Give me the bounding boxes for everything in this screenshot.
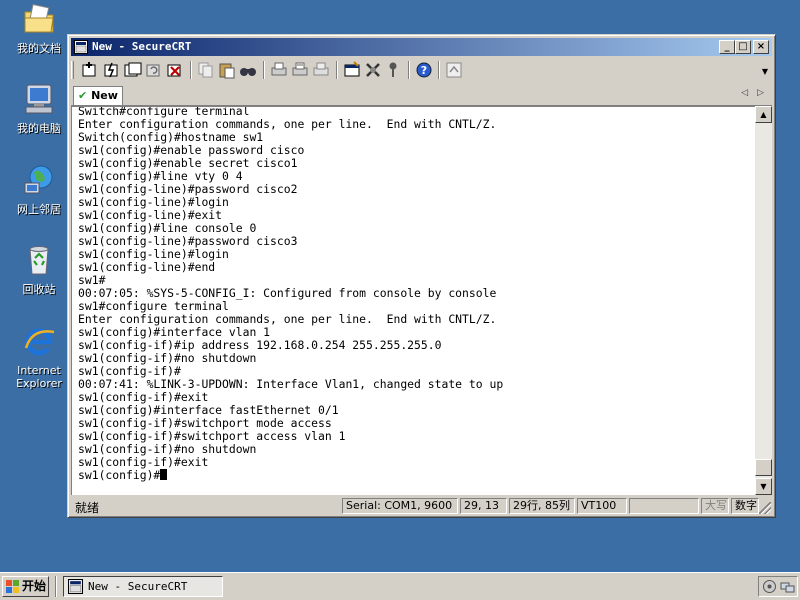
- status-bar: 就绪 Serial: COM1, 9600 29, 13 29行, 85列 VT…: [71, 497, 772, 515]
- svg-text:?: ?: [421, 64, 427, 77]
- desktop-icon-recycle-bin[interactable]: 回收站: [4, 243, 74, 296]
- desktop-icon-label: 我的电脑: [17, 122, 61, 135]
- status-caps: 大写: [701, 498, 729, 514]
- internet-explorer-icon: [24, 328, 55, 356]
- taskbar-separator: [55, 576, 57, 597]
- scroll-up-button[interactable]: ▲: [755, 106, 772, 123]
- toolbar-overflow-icon[interactable]: ▼: [762, 67, 768, 76]
- global-options-icon[interactable]: [363, 60, 383, 80]
- toolbar-grip[interactable]: [71, 61, 74, 79]
- terminal-prompt: sw1(config)#: [78, 468, 161, 482]
- connect-in-tab-icon[interactable]: [123, 60, 143, 80]
- connect-icon[interactable]: [80, 60, 100, 80]
- tab-prev-icon[interactable]: ◁: [741, 88, 748, 98]
- session-options-icon[interactable]: [342, 60, 362, 80]
- volume-icon[interactable]: [762, 579, 777, 594]
- resize-grip[interactable]: [759, 502, 771, 514]
- start-button[interactable]: 开始: [2, 576, 49, 597]
- help-icon[interactable]: ?: [414, 60, 434, 80]
- status-cursor-position: 29, 13: [460, 498, 507, 514]
- close-button[interactable]: ×: [753, 40, 769, 54]
- securecrt-app-icon: [74, 40, 88, 54]
- securecrt-app-icon: [68, 579, 83, 594]
- status-ready-text: 就绪: [75, 501, 100, 515]
- title-bar[interactable]: New - SecureCRT _ □ ×: [71, 38, 772, 56]
- print-icon[interactable]: [269, 60, 289, 80]
- connected-check-icon: ✔: [78, 89, 88, 102]
- vertical-scrollbar[interactable]: ▲ ▼: [755, 106, 772, 495]
- toolbar-separator: [408, 61, 410, 79]
- window-title: New - SecureCRT: [92, 40, 192, 53]
- terminal-output: Switch#configure terminal Enter configura…: [78, 107, 503, 482]
- tab-next-icon[interactable]: ▷: [757, 88, 764, 98]
- status-empty-field: [629, 498, 699, 514]
- print-setup-icon[interactable]: [311, 60, 331, 80]
- paste-icon[interactable]: [217, 60, 237, 80]
- session-tab-bar: ✔ New ◁ ▷: [71, 84, 772, 106]
- minimize-button[interactable]: _: [719, 40, 735, 54]
- find-icon[interactable]: [238, 60, 258, 80]
- terminal-area[interactable]: Switch#configure terminal Enter configura…: [71, 106, 755, 495]
- desktop-icon-label: 回收站: [22, 283, 56, 296]
- terminal-cursor: [160, 469, 168, 480]
- taskbar: 开始 New - SecureCRT: [0, 572, 800, 600]
- toolbar-separator: [190, 61, 192, 79]
- status-rows-cols: 29行, 85列: [509, 498, 575, 514]
- tab-label: New: [91, 89, 118, 102]
- toolbar-separator: [263, 61, 265, 79]
- tab-new[interactable]: ✔ New: [73, 86, 123, 105]
- desktop-icon-label: 网上邻居: [17, 203, 61, 216]
- securecrt-window[interactable]: New - SecureCRT _ □ × ? ▼ ✔ New ◁ ▷ Swit…: [67, 34, 776, 518]
- taskbar-button-label: New - SecureCRT: [88, 580, 188, 593]
- maximize-button[interactable]: □: [735, 40, 751, 54]
- desktop-icon-label: Internet: [17, 364, 61, 377]
- terminal-prompt-line: sw1(config)#: [78, 469, 503, 482]
- copy-icon[interactable]: [196, 60, 216, 80]
- status-num: 数字: [731, 498, 759, 514]
- network-places-icon: [24, 165, 53, 194]
- desktop-icon-internet-explorer[interactable]: Internet Explorer: [4, 324, 74, 390]
- toolbar-separator: [336, 61, 338, 79]
- network-tray-icon[interactable]: [780, 579, 795, 594]
- scroll-down-button[interactable]: ▼: [755, 478, 772, 495]
- desktop-icon-label: 我的文档: [17, 42, 61, 55]
- windows-flag-icon: [6, 580, 19, 593]
- print-selection-icon[interactable]: [290, 60, 310, 80]
- start-label: 开始: [22, 579, 47, 593]
- status-serial: Serial: COM1, 9600: [342, 498, 458, 514]
- key-map-icon[interactable]: [383, 60, 403, 80]
- system-tray: [758, 576, 798, 597]
- desktop-icon-label: Explorer: [16, 377, 62, 390]
- reconnect-icon[interactable]: [144, 60, 164, 80]
- toolbar-separator: [438, 61, 440, 79]
- desktop-icon-my-computer[interactable]: 我的电脑: [4, 82, 74, 135]
- my-computer-icon: [25, 84, 53, 114]
- scroll-thumb[interactable]: [755, 459, 772, 476]
- quick-connect-icon[interactable]: [102, 60, 122, 80]
- sftp-icon[interactable]: [444, 60, 464, 80]
- disconnect-icon[interactable]: [165, 60, 185, 80]
- status-emulation: VT100: [577, 498, 627, 514]
- taskbar-button-securecrt[interactable]: New - SecureCRT: [63, 576, 223, 597]
- desktop-icon-network[interactable]: 网上邻居: [4, 163, 74, 216]
- terminal-line: sw1(config-line)#end: [78, 260, 216, 274]
- recycle-bin-icon: [29, 246, 49, 275]
- my-documents-icon: [24, 3, 54, 33]
- toolbar: ? ▼: [71, 59, 772, 81]
- desktop-icon-my-documents[interactable]: 我的文档: [4, 2, 74, 55]
